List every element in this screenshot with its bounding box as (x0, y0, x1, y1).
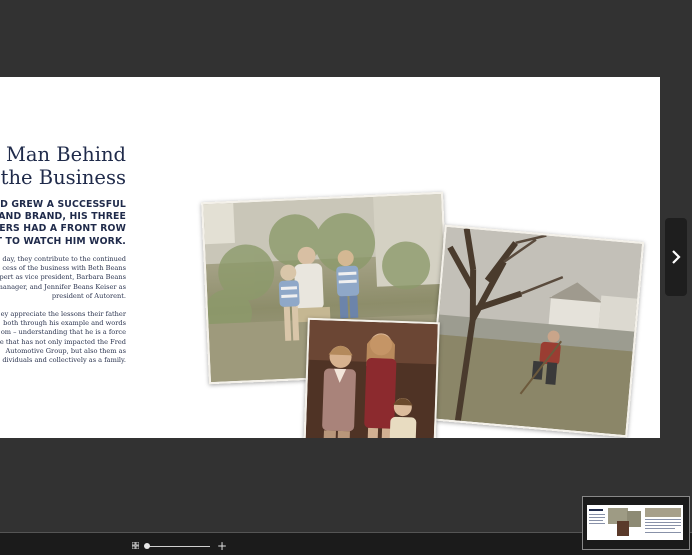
article-title: e Man Behind the Business (0, 143, 126, 189)
paragraph-line: day, they contribute to the continued (2, 255, 126, 263)
man-raking-photo-image (430, 226, 642, 436)
flipbook-viewer: e Man Behind the Business FRED GREW A SU… (0, 0, 692, 555)
paragraph-line: Automotive Group, but also them as (5, 346, 126, 355)
minimap-spread-image (589, 508, 681, 536)
article-intro: FRED GREW A SUCCESSFUL ESS AND BRAND, HI… (0, 199, 126, 248)
article-text-column: e Man Behind the Business FRED GREW A SU… (0, 77, 126, 438)
paragraph-line: ey appreciate the lessons their father (0, 310, 126, 318)
paragraph-line: pert as vice president, Barbara Beans (0, 273, 126, 282)
title-line: e Man Behind (0, 143, 126, 166)
paragraph-line: cess of the business with Beth Beans (2, 264, 126, 273)
sisters-portrait-photo-image (304, 319, 438, 438)
plus-icon: + (217, 539, 228, 553)
man-raking-photo (427, 224, 645, 438)
chevron-right-icon (672, 250, 681, 264)
paragraph-line: om – understanding that he is a force (0, 328, 126, 337)
intro-line: GHTERS HAD A FRONT ROW (0, 223, 126, 235)
magazine-spread: e Man Behind the Business FRED GREW A SU… (0, 77, 660, 438)
intro-line: FRED GREW A SUCCESSFUL (0, 199, 126, 210)
zoom-in-button[interactable]: + (217, 540, 227, 552)
intro-line: SEAT TO WATCH HIM WORK. (0, 235, 126, 247)
paragraph-line: president of Autorent. (51, 291, 126, 300)
intro-line: ESS AND BRAND, HIS THREE (0, 211, 126, 223)
page-thumbnail-minimap[interactable] (582, 496, 690, 550)
sisters-portrait-photo (302, 317, 440, 438)
article-paragraph-1: day, they contribute to the continued ce… (0, 255, 126, 301)
title-line: the Business (0, 166, 126, 189)
next-page-button[interactable] (665, 218, 687, 296)
grid-icon[interactable] (132, 542, 139, 549)
article-paragraph-2: ey appreciate the lessons their father b… (0, 310, 126, 365)
zoom-slider-handle[interactable] (144, 543, 150, 549)
minimap-spread-preview (587, 505, 683, 540)
paragraph-line: e that has not only impacted the Fred (0, 337, 126, 346)
paragraph-line: dividuals and collectively as a family. (2, 356, 126, 365)
paragraph-line: both through his example and words (3, 319, 126, 328)
zoom-slider-track[interactable] (146, 546, 210, 547)
paragraph-line: manager, and Jennifer Beans Keiser as (0, 282, 126, 291)
